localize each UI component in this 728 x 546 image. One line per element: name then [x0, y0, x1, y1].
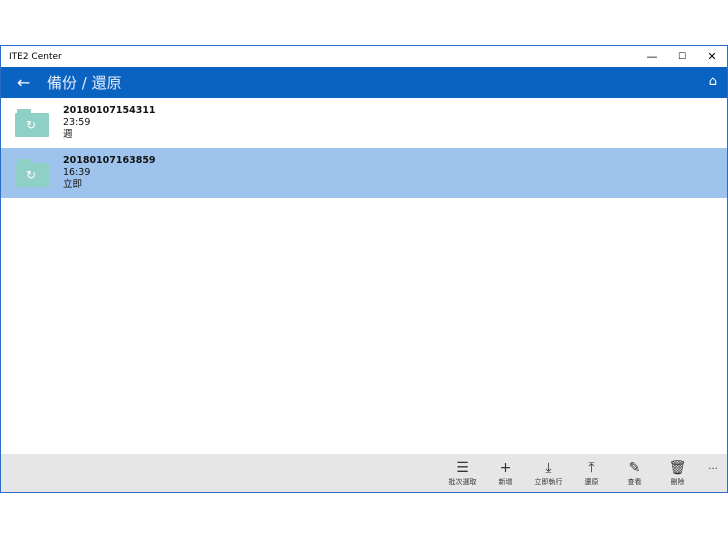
app-window: ITE2 Center — ☐ ✕ ← 備份 / 還原 ⌂ ↻ 20180107… [0, 45, 728, 493]
run-now-button[interactable]: ⤓ 立即執行 [527, 460, 570, 487]
close-button[interactable]: ✕ [697, 46, 727, 67]
download-icon: ⤓ [545, 459, 552, 476]
home-icon[interactable]: ⌂ [709, 74, 717, 89]
page-header: ← 備份 / 還原 ⌂ [1, 67, 727, 98]
button-label: 批次選取 [448, 477, 477, 486]
trash-icon: 🗑 [668, 459, 687, 476]
batch-select-button[interactable]: ☰ 批次選取 [441, 460, 484, 487]
item-name: 20180107154311 [63, 105, 156, 116]
upload-icon: ⤒ [588, 459, 595, 476]
command-bar: ☰ 批次選取 + 新增 ⤓ 立即執行 ⤒ 還原 ✎ 查看 🗑 刪除 ··· [1, 454, 727, 492]
title-bar: ITE2 Center — ☐ ✕ [1, 46, 727, 67]
item-schedule: 週 [63, 129, 73, 140]
window-title: ITE2 Center [9, 51, 62, 62]
list-item[interactable]: ↻ 20180107163859 16:39 立即 [1, 148, 727, 198]
maximize-button[interactable]: ☐ [667, 46, 697, 67]
delete-button[interactable]: 🗑 刪除 [656, 460, 699, 487]
button-label: 刪除 [670, 477, 685, 486]
item-schedule: 立即 [63, 179, 83, 190]
restore-button[interactable]: ⤒ 還原 [570, 460, 613, 487]
plus-icon: + [499, 459, 512, 476]
back-arrow-icon[interactable]: ← [17, 73, 35, 92]
item-time: 16:39 [63, 167, 91, 178]
pencil-icon: ✎ [628, 459, 641, 476]
view-button[interactable]: ✎ 查看 [613, 460, 656, 487]
backup-list: ↻ 20180107154311 23:59 週 ↻ 2018010716385… [1, 98, 727, 198]
add-button[interactable]: + 新增 [484, 460, 527, 487]
item-name: 20180107163859 [63, 155, 156, 166]
list-item[interactable]: ↻ 20180107154311 23:59 週 [1, 98, 727, 148]
page-title: 備份 / 還原 [47, 74, 122, 92]
button-label: 新增 [498, 477, 513, 486]
folder-restore-icon: ↻ [15, 109, 49, 137]
folder-restore-icon: ↻ [15, 159, 49, 187]
item-time: 23:59 [63, 117, 91, 128]
checklist-icon: ☰ [456, 459, 469, 476]
button-label: 立即執行 [534, 477, 563, 486]
button-label: 查看 [627, 477, 642, 486]
button-label: 還原 [584, 477, 599, 486]
more-icon[interactable]: ··· [699, 464, 727, 475]
minimize-button[interactable]: — [637, 46, 667, 67]
